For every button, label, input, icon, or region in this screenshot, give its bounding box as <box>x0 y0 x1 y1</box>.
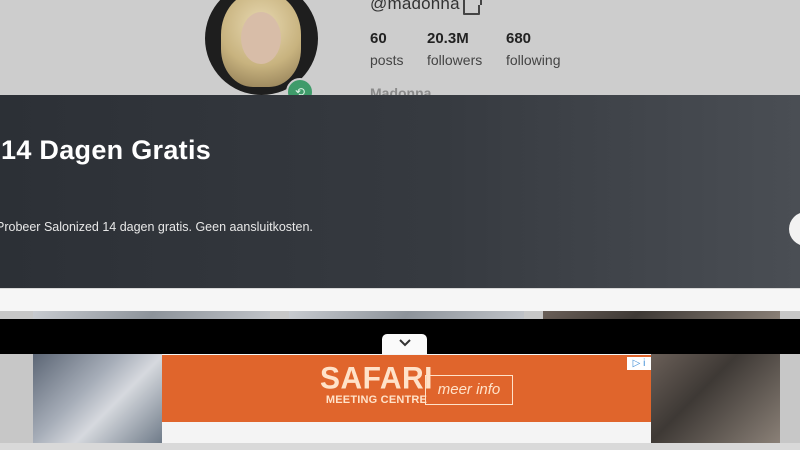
grid-photo[interactable] <box>33 354 162 443</box>
following-label: following <box>506 52 561 68</box>
chevron-down-icon <box>398 339 411 347</box>
profile-handle: @madonna <box>370 0 460 13</box>
followers-count: 20.3M <box>427 30 469 47</box>
bottom-edge <box>0 443 800 450</box>
external-link-icon[interactable] <box>463 0 482 15</box>
safari-ad[interactable]: SAFARI MEETING CENTRE meer info ▷ i <box>162 355 651 422</box>
posts-stat[interactable]: 60 posts <box>370 30 403 70</box>
ad-brand: SAFARI <box>320 361 434 396</box>
ad-frame: SAFARI MEETING CENTRE meer info ▷ i <box>162 354 651 443</box>
posts-count: 60 <box>370 30 387 47</box>
grid-photo[interactable] <box>651 354 780 443</box>
ad-cta-button[interactable]: meer info <box>425 375 513 405</box>
followers-stat[interactable]: 20.3M followers <box>427 30 482 70</box>
promo-banner[interactable]: 14 Dagen Gratis Probeer Salonized 14 dag… <box>0 95 800 288</box>
ad-choices-icon[interactable]: ▷ i <box>627 357 651 370</box>
ad-subbrand: MEETING CENTRE <box>325 394 428 406</box>
grid-photo[interactable] <box>543 311 780 319</box>
following-count: 680 <box>506 30 532 47</box>
profile-header: ⟲ @madonna 60 posts 20.3M followers 680 … <box>0 0 800 95</box>
ad-logo: SAFARI MEETING CENTRE <box>320 361 434 406</box>
followers-label: followers <box>427 52 483 68</box>
banner-title: 14 Dagen Gratis <box>1 135 212 165</box>
avatar-face <box>241 12 281 64</box>
banner-next-button[interactable] <box>789 212 800 246</box>
content-strip <box>0 288 800 311</box>
posts-label: posts <box>370 52 404 68</box>
profile-display-name: Madonna <box>370 85 432 95</box>
banner-text: Probeer Salonized 14 dagen gratis. Geen … <box>0 220 313 234</box>
story-badge-icon: ⟲ <box>286 78 314 95</box>
following-stat[interactable]: 680 following <box>506 30 560 70</box>
grid-photo[interactable] <box>33 311 270 319</box>
collapse-ad-button[interactable] <box>382 334 427 354</box>
grid-photo[interactable] <box>289 311 524 319</box>
